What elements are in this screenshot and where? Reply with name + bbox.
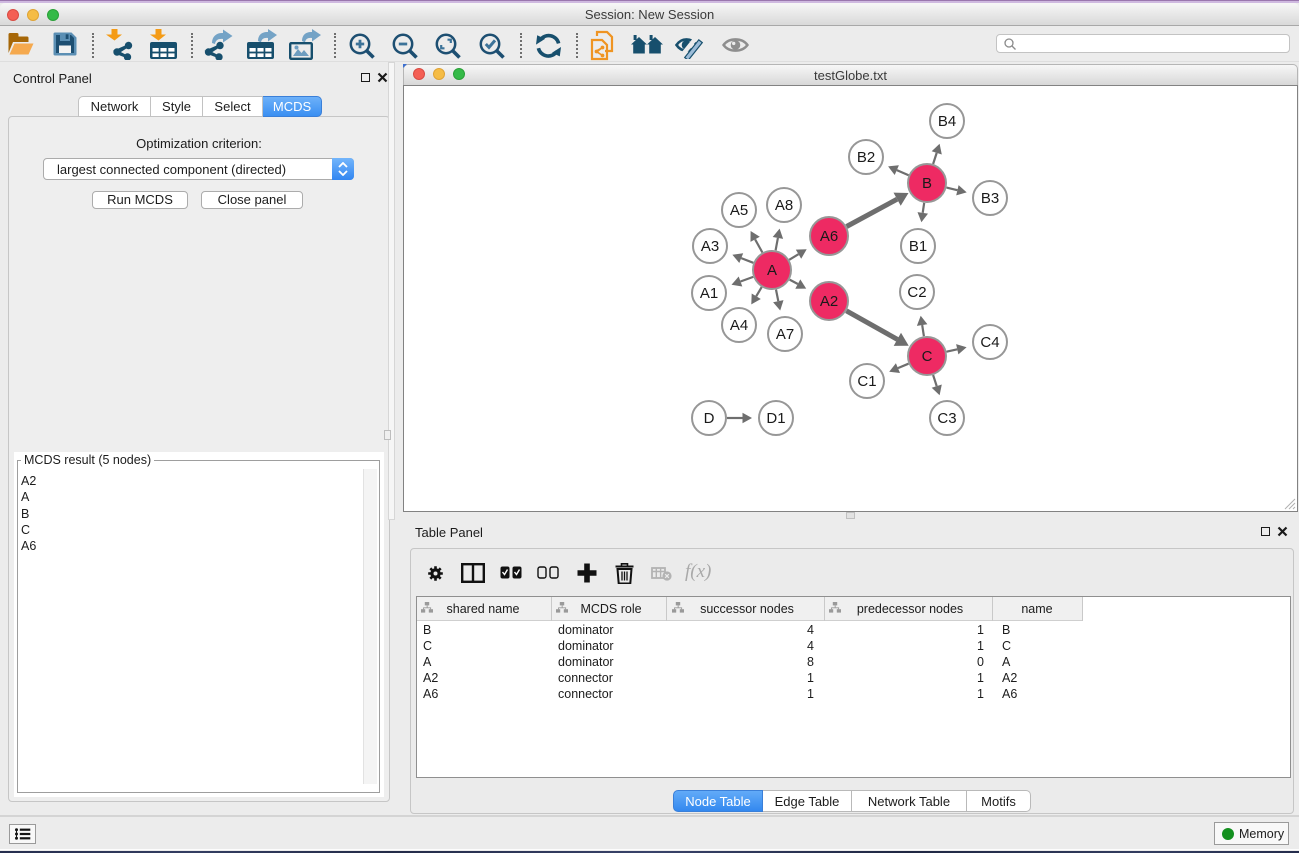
svg-text:B: B [922, 175, 932, 192]
svg-text:C: C [922, 348, 933, 365]
svg-text:D: D [704, 410, 715, 427]
svg-text:C1: C1 [857, 373, 876, 390]
svg-text:C3: C3 [937, 410, 956, 427]
svg-text:A: A [767, 262, 777, 279]
svg-text:C4: C4 [980, 334, 999, 351]
svg-text:A2: A2 [820, 293, 838, 310]
svg-text:A1: A1 [700, 285, 718, 302]
svg-text:B3: B3 [981, 190, 999, 207]
svg-text:A8: A8 [775, 197, 793, 214]
svg-text:B1: B1 [909, 238, 927, 255]
svg-text:A4: A4 [730, 317, 748, 334]
svg-text:B2: B2 [857, 149, 875, 166]
svg-text:B4: B4 [938, 113, 956, 130]
svg-text:A3: A3 [701, 238, 719, 255]
svg-text:D1: D1 [766, 410, 785, 427]
svg-text:A5: A5 [730, 202, 748, 219]
svg-text:A6: A6 [820, 228, 838, 245]
svg-text:A7: A7 [776, 326, 794, 343]
svg-text:C2: C2 [907, 284, 926, 301]
